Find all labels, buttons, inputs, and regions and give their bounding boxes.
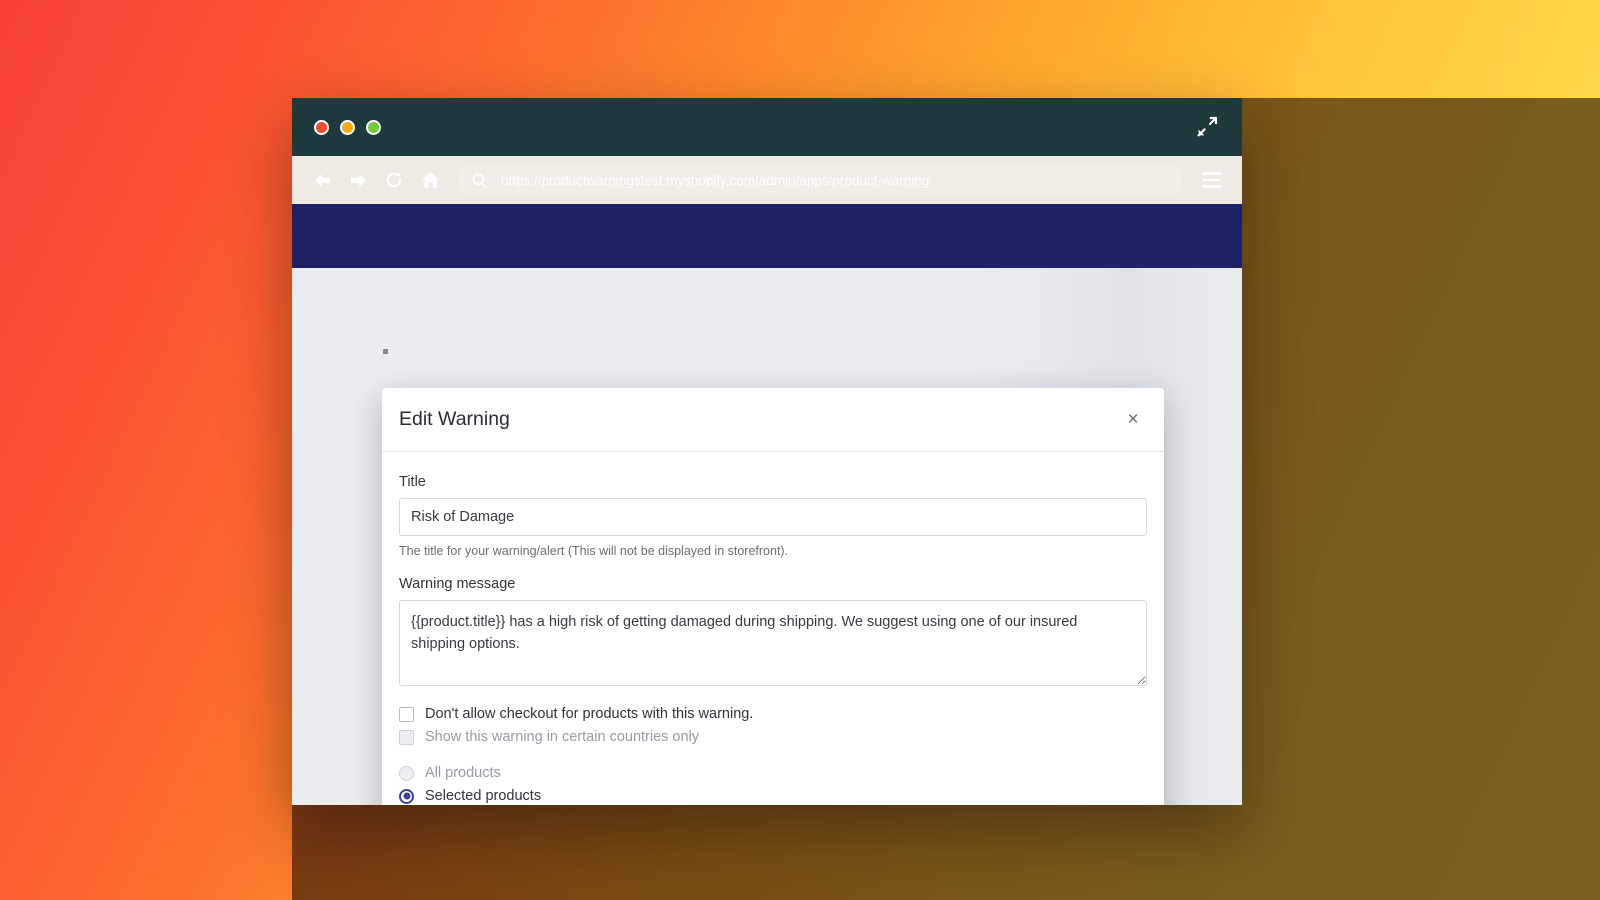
radio-row-all-products[interactable]: All products [399,765,1147,781]
title-field-group: Title The title for your warning/alert (… [399,474,1147,558]
close-icon[interactable]: × [1122,409,1144,431]
edit-warning-modal: Edit Warning × Title The title for your … [382,388,1164,805]
checkbox-label-no-checkout: Don't allow checkout for products with t… [425,706,753,722]
page-content-fragment-left [383,349,388,354]
window-titlebar [292,98,1242,156]
radio-all-products[interactable] [399,766,414,781]
desktop-wallpaper: https://productwarningstest.myshopify.co… [0,0,1600,900]
modal-title: Edit Warning [399,408,510,431]
hamburger-menu-icon[interactable] [1194,163,1228,197]
modal-header: Edit Warning × [382,388,1164,452]
forward-arrow-icon[interactable] [340,163,376,197]
checkbox-row-no-checkout[interactable]: Don't allow checkout for products with t… [399,706,1147,722]
title-input[interactable] [399,498,1147,536]
browser-window: https://productwarningstest.myshopify.co… [292,98,1242,805]
title-help-text: The title for your warning/alert (This w… [399,544,1147,558]
checkbox-section: Don't allow checkout for products with t… [399,706,1147,745]
checkbox-countries-only[interactable] [399,730,414,745]
search-icon [472,173,487,188]
warning-message-label: Warning message [399,576,1147,592]
close-window-button[interactable] [314,120,329,135]
maximize-window-button[interactable] [366,120,381,135]
window-controls [314,120,381,135]
expand-arrows-icon[interactable] [1194,114,1220,140]
radio-label-all-products: All products [425,765,501,781]
warning-message-field-group: Warning message [399,576,1147,686]
url-bar[interactable]: https://productwarningstest.myshopify.co… [458,164,1182,196]
modal-body: Title The title for your warning/alert (… [382,452,1164,805]
minimize-window-button[interactable] [340,120,355,135]
radio-selected-products[interactable] [399,789,414,804]
url-text: https://productwarningstest.myshopify.co… [501,173,929,188]
title-field-label: Title [399,474,1147,490]
home-icon[interactable] [412,163,448,197]
shopify-admin-page: Edit Warning × Title The title for your … [292,268,1242,805]
warning-message-textarea[interactable] [399,600,1147,686]
back-arrow-icon[interactable] [304,163,340,197]
checkbox-row-countries[interactable]: Show this warning in certain countries o… [399,729,1147,745]
radio-label-selected-products: Selected products [425,788,541,804]
reload-icon[interactable] [376,163,412,197]
browser-toolbar: https://productwarningstest.myshopify.co… [292,156,1242,204]
checkbox-label-countries-only: Show this warning in certain countries o… [425,729,699,745]
radio-row-selected-products[interactable]: Selected products [399,788,1147,804]
shopify-admin-topbar [292,204,1242,268]
checkbox-no-checkout[interactable] [399,707,414,722]
product-scope-radio-group: All products Selected products Selected … [399,765,1147,805]
page-viewport: Edit Warning × Title The title for your … [292,204,1242,805]
